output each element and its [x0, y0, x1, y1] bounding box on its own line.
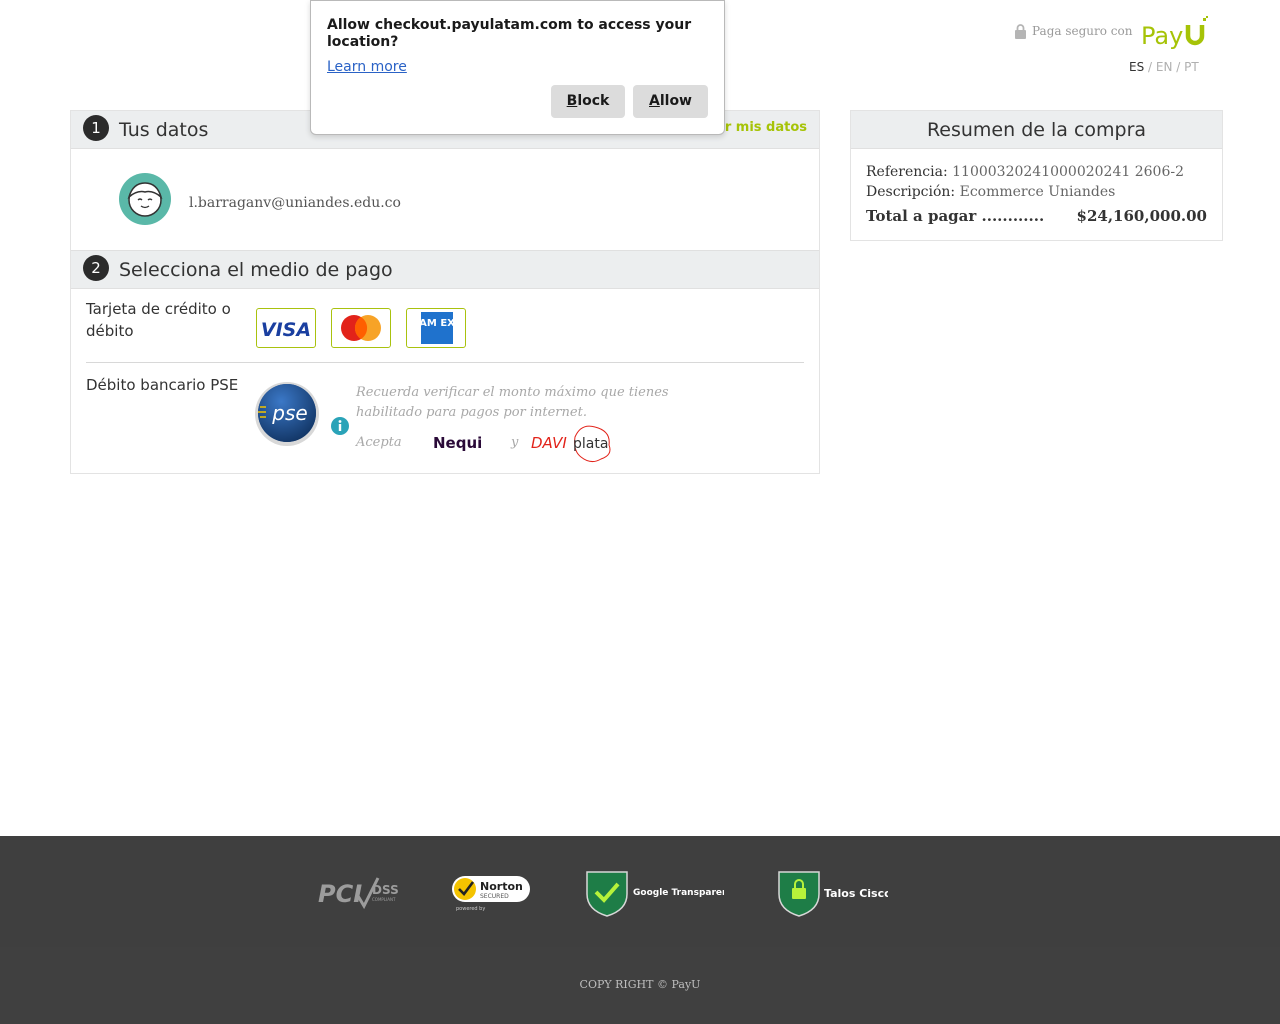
lang-en[interactable]: EN [1156, 60, 1173, 74]
secure-text: Paga seguro con [1032, 24, 1133, 38]
section-title-pago: Selecciona el medio de pago [119, 259, 393, 281]
svg-text:Pay: Pay [1141, 22, 1183, 50]
total-row: Total a pagar ............ $24,160,000.0… [866, 207, 1207, 225]
svg-text:Norton: Norton [480, 880, 523, 893]
card-payment-label[interactable]: Tarjeta de crédito o débito [86, 298, 246, 342]
visa-logo-icon: VISA [261, 319, 311, 341]
talos-cisco-badge: Talos Cisco [778, 871, 888, 917]
svg-text:plata: plata [573, 436, 608, 452]
lock-icon [1015, 24, 1026, 39]
user-email: l.barraganv@uniandes.edu.co [189, 195, 401, 211]
visa-card-option[interactable]: VISA [256, 308, 316, 348]
description-label: Descripción: [866, 184, 956, 200]
norton-secured-badge: Norton SECURED powered by [452, 876, 530, 912]
description-row: Descripción: Ecommerce Uniandes [866, 184, 1115, 200]
reference-value: 11000320241000020241 2606-2 [952, 164, 1184, 180]
block-accel: B [566, 93, 578, 109]
info-icon[interactable] [330, 416, 350, 436]
pse-payment-label[interactable]: Débito bancario PSE [86, 374, 246, 396]
svg-text:VISA: VISA [261, 319, 311, 341]
reference-row: Referencia: 11000320241000020241 2606-2 [866, 164, 1184, 180]
allow-label: llow [659, 93, 692, 109]
lang-separator: / [1148, 60, 1153, 74]
language-switcher: ES / EN / PT [1129, 60, 1199, 74]
svg-text:SECURED: SECURED [480, 893, 509, 900]
lang-pt[interactable]: PT [1184, 60, 1199, 74]
description-value: Ecommerce Uniandes [959, 184, 1116, 200]
payu-logo: Pay [1141, 16, 1208, 50]
svg-text:pse: pse [271, 401, 307, 425]
svg-text:DSS: DSS [372, 883, 399, 897]
google-transparency-badge: Google Transparency [586, 871, 724, 917]
learn-more-link[interactable]: Learn more [327, 59, 407, 75]
svg-text:powered by: powered by [456, 906, 485, 912]
svg-text:COMPLIANT: COMPLIANT [372, 897, 396, 902]
user-avatar-icon [119, 173, 171, 225]
section-title-datos: Tus datos [119, 119, 209, 141]
svg-text:Google Transparency: Google Transparency [633, 888, 724, 898]
payment-divider [86, 362, 804, 363]
block-label: lock [577, 93, 610, 109]
nequi-logo: Nequi [433, 434, 483, 452]
lang-separator: / [1176, 60, 1181, 74]
amex-logo-icon: AM EX [419, 312, 455, 344]
amex-card-option[interactable]: AM EX [406, 308, 466, 348]
pci-dss-badge: PCI DSS COMPLIANT [318, 877, 399, 910]
mastercard-option[interactable] [331, 308, 391, 348]
step-number-1: 1 [83, 115, 109, 141]
lang-es[interactable]: ES [1129, 60, 1144, 74]
total-amount: $24,160,000.00 [1076, 207, 1207, 225]
acepta-text: Acepta [356, 435, 402, 450]
block-button[interactable]: Block [551, 85, 625, 118]
security-badges-bar: PCI DSS COMPLIANT Norton SECURED powered… [0, 836, 1280, 947]
checkout-form-panel: 1 Tus datos Editar mis datos l.barraganv… [70, 110, 820, 474]
svg-text:DAVI: DAVI [531, 434, 567, 452]
total-label: Total a pagar ............ [866, 207, 1045, 225]
copyright-text: COPY RIGHT © PayU [579, 978, 701, 991]
allow-button[interactable]: Allow [633, 85, 708, 118]
pse-limit-note: Recuerda verificar el monto máximo que t… [356, 385, 669, 420]
step-number-2: 2 [83, 255, 109, 281]
section-header-pago: 2 Selecciona el medio de pago [71, 250, 819, 289]
svg-text:PCI: PCI [318, 880, 362, 908]
y-text: y [511, 435, 519, 450]
summary-title: Resumen de la compra [926, 119, 1147, 141]
location-permission-dialog: Allow checkout.payulatam.com to access y… [310, 0, 725, 135]
allow-accel: A [649, 93, 660, 109]
svg-text:AM EX: AM EX [419, 318, 455, 329]
reference-label: Referencia: [866, 164, 948, 180]
summary-header: Resumen de la compra [851, 111, 1222, 149]
svg-text:Talos Cisco: Talos Cisco [824, 887, 888, 900]
purchase-summary-panel: Resumen de la compra Referencia: 1100032… [850, 110, 1223, 241]
dialog-message: Allow checkout.payulatam.com to access y… [327, 17, 692, 50]
copyright-bar: COPY RIGHT © PayU [0, 947, 1280, 1024]
pse-logo[interactable]: pse [254, 381, 320, 447]
mastercard-logo-icon [341, 315, 381, 341]
daviplata-logo: DAVI plata [531, 425, 611, 463]
secure-payment-header: Paga seguro con Pay [1014, 16, 1214, 50]
